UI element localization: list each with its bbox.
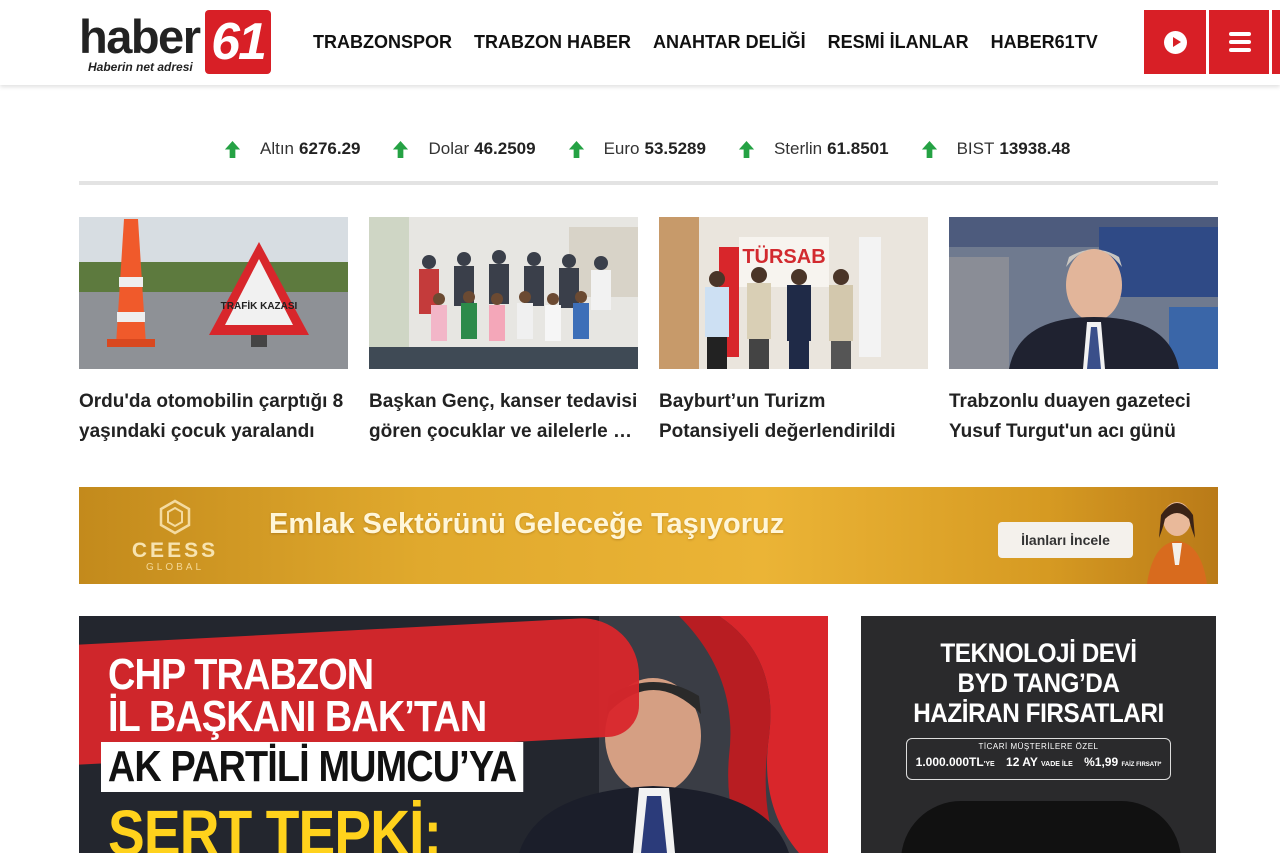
ticker-name: Sterlin (773, 139, 823, 158)
nav-item-resmi-ilanlar[interactable]: RESMİ İLANLAR (828, 31, 969, 53)
offer-details: 1.000.000TL'YE 12 AY VADE İLE %1,99 FAİZ… (907, 755, 1170, 769)
ticker-value: 13938.48 (999, 139, 1071, 158)
feature-headline-line-2: İL BAŞKANI BAK’TAN (108, 692, 487, 741)
site-header: haber 61 Haberin net adresi TRABZONSPOR … (0, 0, 1280, 85)
sign-text: TRAFİK KAZASI (221, 299, 298, 312)
featured-story[interactable]: CHP TRABZON İL BAŞKANI BAK’TAN AK PARTİL… (79, 616, 828, 853)
arrow-up-icon (568, 140, 584, 158)
ticker-divider (79, 181, 1218, 185)
logo-number-box: 61 (205, 10, 271, 74)
news-image-group-photo[interactable] (369, 217, 638, 369)
nav-item-trabzon-haber[interactable]: TRABZON HABER (474, 31, 631, 53)
arrow-up-icon (921, 140, 937, 158)
sign-text: TÜRSAB (742, 245, 825, 268)
news-title[interactable]: Bayburt’un Turizm Potansiyeli değerlendi… (659, 387, 928, 447)
ticker-name: Dolar (428, 139, 470, 158)
header-extra-button[interactable] (1270, 10, 1280, 74)
banner-headline: Emlak Sektörünü Geleceğe Taşıyoruz (269, 508, 785, 540)
main-nav: TRABZONSPOR TRABZON HABER ANAHTAR DELİĞİ… (313, 31, 1120, 53)
ticker-value: 61.8501 (827, 139, 889, 158)
ceess-logo-sub: GLOBAL (145, 562, 205, 573)
side-ad-car-image (901, 801, 1181, 853)
ticker-value: 53.5289 (644, 139, 706, 158)
news-image-traffic-accident[interactable]: TRAFİK KAZASI (79, 217, 348, 369)
news-image-art: TÜRSAB (659, 217, 928, 369)
feature-headline-line-3: AK PARTİLİ MUMCU’YA (101, 742, 524, 792)
offer-rate-suffix: FAİZ FIRSATI* (1121, 762, 1162, 768)
arrow-up-icon (393, 140, 409, 158)
banner-person-image (1147, 502, 1207, 584)
news-card[interactable]: Başkan Genç, kanser tedavisi gören çocuk… (369, 217, 638, 447)
ticker-name: Euro (603, 139, 640, 158)
ticker-item-altin[interactable]: Altın 6276.29 (223, 139, 360, 159)
offer-term: 12 AY (1006, 755, 1038, 769)
ticker-item-dolar[interactable]: Dolar 46.2509 (391, 139, 536, 159)
banner-cta-button[interactable]: İlanları İncele (998, 522, 1133, 558)
news-card[interactable]: TÜRSAB Bayburt’un Turizm Potansiyeli değ… (659, 217, 928, 447)
site-logo[interactable]: haber 61 Haberin net adresi (79, 10, 274, 76)
logo-tagline: Haberin net adresi (88, 60, 193, 74)
ceess-logo: CEESS GLOBAL (125, 499, 225, 575)
ticker-name: Altın (260, 139, 295, 158)
news-title[interactable]: Ordu'da otomobilin çarptığı 8 yaşındaki … (79, 387, 348, 447)
news-title[interactable]: Trabzonlu duayen gazeteci Yusuf Turgut'u… (949, 387, 1218, 447)
side-ad-line-3: HAZİRAN FIRSATLARI (913, 698, 1164, 728)
arrow-up-icon (738, 140, 755, 158)
live-tv-button[interactable] (1144, 10, 1206, 74)
nav-item-anahtar-deligi[interactable]: ANAHTAR DELİĞİ (653, 31, 806, 53)
news-image-art (369, 217, 638, 369)
market-ticker: Altın 6276.29 Dolar 46.2509 Euro 53.5289… (223, 139, 1101, 159)
nav-item-trabzonspor[interactable]: TRABZONSPOR (313, 31, 452, 53)
logo-word: haber (79, 10, 201, 63)
play-icon (1164, 31, 1187, 54)
hexagon-icon (159, 499, 191, 535)
menu-button[interactable] (1207, 10, 1269, 74)
offer-term-suffix: VADE İLE (1040, 761, 1073, 768)
offer-amount-suffix: 'YE (983, 761, 995, 768)
logo-number: 61 (211, 13, 267, 71)
news-card[interactable]: Trabzonlu duayen gazeteci Yusuf Turgut'u… (949, 217, 1218, 447)
news-image-tursab-meeting[interactable]: TÜRSAB (659, 217, 928, 369)
ticker-value: 46.2509 (474, 139, 536, 158)
side-ad-line-1: TEKNOLOJİ DEVİ (940, 638, 1137, 668)
news-cards: TRAFİK KAZASI Ordu'da otomobilin çarptığ… (79, 217, 1218, 447)
ticker-item-sterlin[interactable]: Sterlin 61.8501 (737, 139, 889, 159)
menu-icon (1229, 32, 1251, 52)
feature-headline-line-4: SERT TEPKİ: (108, 797, 442, 853)
news-image-art (949, 217, 1218, 369)
nav-item-haber61tv[interactable]: HABER61TV (991, 31, 1098, 53)
news-title[interactable]: Başkan Genç, kanser tedavisi gören çocuk… (369, 387, 638, 447)
side-ad-line-2: BYD TANG’DA (957, 668, 1120, 698)
side-ad-offer-box: TİCARİ MÜŞTERİLERE ÖZEL 1.000.000TL'YE 1… (906, 738, 1171, 780)
news-image-journalist-portrait[interactable] (949, 217, 1218, 369)
ticker-name: BIST (956, 139, 995, 158)
ticker-item-bist[interactable]: BIST 13938.48 (920, 139, 1071, 159)
offer-heading: TİCARİ MÜŞTERİLERE ÖZEL (978, 742, 1099, 751)
ad-banner-ceess[interactable]: CEESS GLOBAL Emlak Sektörünü Geleceğe Ta… (79, 487, 1218, 584)
ceess-logo-name: CEESS (131, 539, 219, 562)
ticker-value: 6276.29 (299, 139, 361, 158)
arrow-up-icon (224, 140, 241, 158)
offer-rate: %1,99 (1084, 755, 1119, 769)
offer-amount: 1.000.000TL (915, 755, 984, 769)
news-image-art: TRAFİK KAZASI (79, 217, 348, 369)
side-ad-byd[interactable]: TEKNOLOJİ DEVİ BYD TANG’DA HAZİRAN FIRSA… (861, 616, 1216, 853)
ticker-item-euro[interactable]: Euro 53.5289 (567, 139, 706, 159)
news-card[interactable]: TRAFİK KAZASI Ordu'da otomobilin çarptığ… (79, 217, 348, 447)
